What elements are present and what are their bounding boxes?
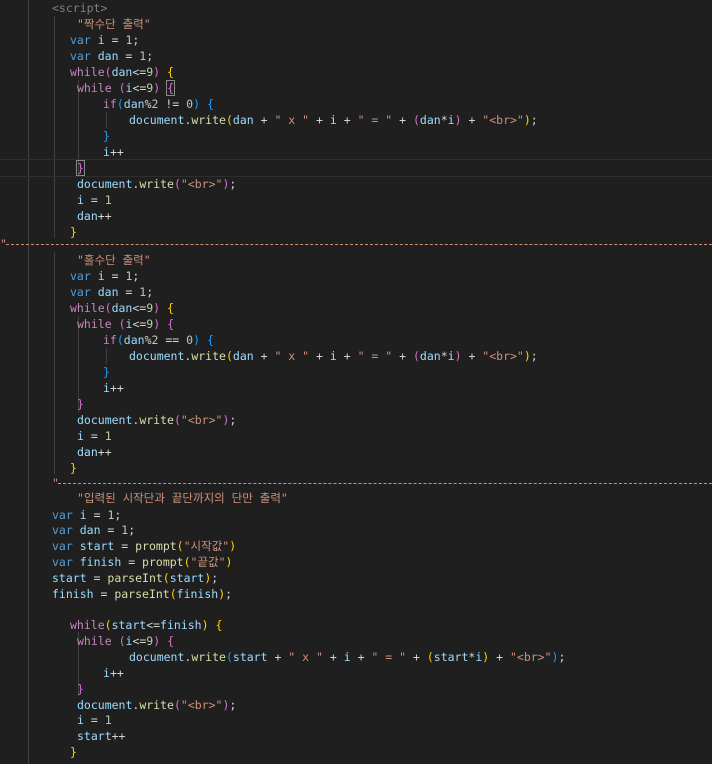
code-line[interactable]: "홀수단 출력" (77, 252, 151, 268)
code-line[interactable]: i++ (103, 144, 124, 160)
string-separator (58, 483, 712, 484)
code-line[interactable]: i = 1 (77, 712, 112, 728)
code-line[interactable]: document.write("<br>"); (77, 697, 236, 713)
code-line[interactable]: document.write("<br>"); (77, 176, 236, 192)
indent-guide (106, 112, 107, 128)
code-line[interactable]: while(start<=finish) { (70, 617, 222, 633)
code-line[interactable]: dan++ (77, 444, 112, 460)
indent-guide (54, 252, 55, 474)
code-line[interactable]: while(dan<=9) { (70, 64, 174, 80)
code-line[interactable]: var dan = 1; (70, 284, 153, 300)
code-line[interactable]: "입력된 시작단과 끝단까지의 단만 출력" (77, 490, 288, 506)
code-line[interactable]: document.write(start + " x " + i + " = "… (129, 649, 565, 665)
code-line[interactable]: } (103, 128, 110, 144)
indent-guide (28, 0, 29, 764)
code-line[interactable]: } (76, 160, 85, 176)
code-line[interactable]: finish = parseInt(finish); (52, 586, 232, 602)
code-line[interactable]: <script> (52, 0, 107, 16)
code-line[interactable]: while (i<=9) { (77, 316, 174, 332)
code-line[interactable]: var finish = prompt("끝값") (52, 554, 232, 570)
code-line[interactable]: document.write(dan + " x " + i + " = " +… (129, 348, 538, 364)
code-line[interactable]: " (0, 236, 7, 252)
code-line[interactable]: } (77, 681, 84, 697)
code-line[interactable]: start++ (77, 728, 125, 744)
code-line[interactable]: var dan = 1; (52, 522, 135, 538)
code-line[interactable]: i++ (103, 380, 124, 396)
code-line[interactable]: while (i<=9) { (77, 633, 174, 649)
code-line[interactable]: start = parseInt(start); (52, 570, 218, 586)
code-line[interactable]: "짝수단 출력" (77, 16, 151, 32)
code-editor[interactable]: <script> "짝수단 출력" var i = 1; var dan = 1… (0, 0, 712, 764)
code-line[interactable]: i = 1 (77, 428, 112, 444)
code-line[interactable]: " (52, 475, 59, 491)
code-line[interactable]: if(dan%2 == 0) { (103, 332, 214, 348)
code-line[interactable]: var i = 1; (52, 507, 121, 523)
code-line[interactable]: } (77, 396, 84, 412)
code-line[interactable]: document.write("<br>"); (77, 412, 236, 428)
code-line[interactable]: i = 1 (77, 192, 112, 208)
code-line[interactable]: var i = 1; (70, 32, 139, 48)
code-line[interactable]: dan++ (77, 208, 112, 224)
code-line[interactable]: } (70, 460, 77, 476)
code-line[interactable]: var start = prompt("시작값") (52, 538, 236, 554)
code-line[interactable]: } (70, 744, 77, 760)
string-separator (6, 244, 712, 245)
code-line[interactable]: i++ (103, 665, 124, 681)
code-line[interactable]: var dan = 1; (70, 48, 153, 64)
code-line[interactable]: if(dan%2 != 0) { (103, 96, 214, 112)
code-line[interactable]: } (70, 224, 77, 240)
code-line[interactable]: while (i<=9) { (77, 80, 176, 96)
indent-guide (106, 348, 107, 364)
code-line[interactable]: while(dan<=9) { (70, 300, 174, 316)
code-line[interactable]: document.write(dan + " x " + i + " = " +… (129, 112, 538, 128)
indent-guide (54, 16, 55, 238)
code-line[interactable]: var i = 1; (70, 268, 139, 284)
current-line-highlight (0, 159, 712, 177)
code-line[interactable]: } (103, 364, 110, 380)
